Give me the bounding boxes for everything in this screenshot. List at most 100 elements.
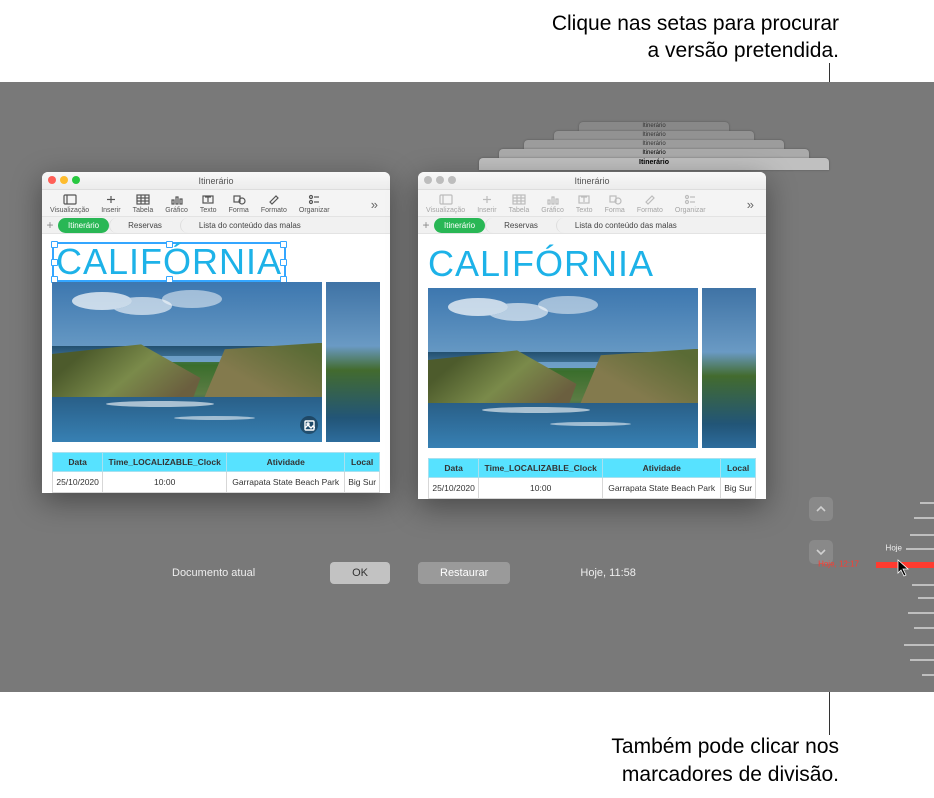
callout-text: Clique nas setas para procurar	[552, 12, 839, 35]
toolbar-label: Inserir	[477, 207, 496, 214]
timeline-tick[interactable]	[914, 517, 934, 519]
toolbar-chart-button: Gráfico	[541, 194, 564, 214]
brush-icon	[643, 194, 657, 205]
minimize-icon	[436, 176, 444, 184]
tab-itinerario: Itinerário	[434, 218, 485, 233]
landscape-image[interactable]	[52, 282, 322, 442]
version-browser-stage: Itinerário Itinerário Itinerário Itinerá…	[0, 82, 934, 692]
close-icon[interactable]	[48, 176, 56, 184]
toolbar-view-button: Visualização	[426, 194, 465, 214]
chevron-up-icon	[815, 503, 827, 515]
toolbar-label: Formato	[637, 207, 663, 214]
minimize-icon[interactable]	[60, 176, 68, 184]
tab-lista: Lista do conteúdo das malas	[556, 218, 695, 233]
timeline-tick[interactable]	[904, 644, 934, 646]
toolbar-shape-button[interactable]: Forma	[229, 194, 249, 214]
toolbar-text-button[interactable]: Texto	[200, 194, 217, 214]
toolbar-table-button[interactable]: Tabela	[133, 194, 154, 214]
restore-button[interactable]: Restaurar	[418, 562, 510, 584]
toolbar-organize-button[interactable]: Organizar	[299, 194, 330, 214]
timeline-tick[interactable]	[914, 627, 934, 629]
table-header-hora[interactable]: Time_LOCALIZABLE_Clock	[103, 453, 227, 472]
page-title: CALIFÓRNIA	[428, 246, 756, 282]
timeline-tick[interactable]	[922, 674, 934, 676]
tab-itinerario[interactable]: Itinerário	[58, 218, 109, 233]
timeline-tick[interactable]	[908, 612, 934, 614]
stacked-version-ghost: Itinerário	[479, 158, 829, 170]
toolbar-label: Tabela	[509, 207, 530, 214]
toolbar-format-button[interactable]: Formato	[261, 194, 287, 214]
table-header-data[interactable]: Data	[53, 453, 103, 472]
brush-icon	[267, 194, 281, 205]
itinerary-table[interactable]: Data Time_LOCALIZABLE_Clock Atividade Lo…	[52, 452, 380, 493]
image-row	[52, 282, 380, 442]
toolbar-view-button[interactable]: Visualização	[50, 194, 89, 214]
shape-icon	[608, 194, 622, 205]
current-document-footer: Documento atual OK	[42, 559, 390, 587]
table-row: 25/10/2020 10:00 Garrapata State Beach P…	[429, 478, 756, 499]
version-timeline[interactable]: Hoje Hoje, 12:17	[864, 462, 934, 692]
table-row[interactable]: 25/10/2020 10:00 Garrapata State Beach P…	[53, 472, 380, 493]
callout-text: Também pode clicar nos	[611, 735, 839, 758]
tab-reservas[interactable]: Reservas	[109, 218, 180, 233]
cell-atividade[interactable]: Garrapata State Beach Park	[227, 472, 345, 493]
add-sheet-button[interactable]: +	[42, 218, 58, 232]
toolbar-label: Texto	[576, 207, 593, 214]
version-document-window[interactable]: Itinerário Visualização Inserir Tabela G…	[418, 172, 766, 499]
toolbar-shape-button: Forma	[605, 194, 625, 214]
zoom-icon[interactable]	[72, 176, 80, 184]
toolbar-format-button: Formato	[637, 194, 663, 214]
toolbar-more-button[interactable]: »	[371, 197, 382, 212]
close-icon	[424, 176, 432, 184]
document-page: CALIFÓRNIA Data Time_LOCALIZABLE_Clock A…	[418, 234, 766, 499]
cell-data: 25/10/2020	[429, 478, 479, 499]
table-header-atividade: Atividade	[603, 459, 721, 478]
table-icon	[512, 194, 526, 205]
table-header-atividade[interactable]: Atividade	[227, 453, 345, 472]
current-document-window[interactable]: Itinerário Visualização Inserir Tabela G…	[42, 172, 390, 493]
document-page: CALIFÓRNIA Data Time_L	[42, 234, 390, 493]
cell-local[interactable]: Big Sur	[345, 472, 380, 493]
tab-lista[interactable]: Lista do conteúdo das malas	[180, 218, 319, 233]
timeline-tick[interactable]	[918, 597, 934, 599]
stacked-version-ghost: Itinerário	[554, 131, 754, 140]
timeline-tick[interactable]	[910, 534, 934, 536]
table-header-local: Local	[721, 459, 756, 478]
traffic-lights[interactable]	[48, 176, 80, 184]
chart-icon	[546, 194, 560, 205]
organize-icon	[683, 194, 697, 205]
table-header-data: Data	[429, 459, 479, 478]
toolbar-label: Visualização	[426, 207, 465, 214]
cell-hora[interactable]: 10:00	[103, 472, 227, 493]
text-icon	[201, 194, 215, 205]
timeline-tick[interactable]	[906, 548, 934, 550]
current-document-label: Documento atual	[42, 567, 255, 579]
cell-atividade: Garrapata State Beach Park	[603, 478, 721, 499]
cursor-arrow-icon	[897, 559, 911, 580]
selected-text-box[interactable]: CALIFÓRNIA	[52, 242, 286, 282]
toolbar-chart-button[interactable]: Gráfico	[165, 194, 188, 214]
image-row	[428, 288, 756, 448]
table-header-local[interactable]: Local	[345, 453, 380, 472]
timeline-tick[interactable]	[910, 659, 934, 661]
callout-top: Clique nas setas para procurar a versão …	[552, 10, 839, 65]
plus-icon	[480, 194, 494, 205]
toolbar-label: Gráfico	[541, 207, 564, 214]
organize-icon	[307, 194, 321, 205]
image-settings-button[interactable]	[300, 416, 318, 434]
sheet-tabs: + Itinerário Reservas Lista do conteúdo …	[42, 216, 390, 234]
landscape-image-small[interactable]	[326, 282, 380, 442]
callout-bottom: Também pode clicar nos marcadores de div…	[611, 733, 839, 788]
version-timestamp: Hoje, 11:58	[524, 567, 692, 579]
previous-version-arrow[interactable]	[809, 497, 833, 521]
window-titlebar[interactable]: Itinerário	[42, 172, 390, 190]
version-document-footer: Restaurar Hoje, 11:58	[418, 559, 766, 587]
toolbar-table-button: Tabela	[509, 194, 530, 214]
toolbar-insert-button: Inserir	[477, 194, 496, 214]
timeline-tick[interactable]	[920, 502, 934, 504]
landscape-image-small	[702, 288, 756, 448]
ok-button[interactable]: OK	[330, 562, 390, 584]
cell-data[interactable]: 25/10/2020	[53, 472, 103, 493]
timeline-tick[interactable]	[912, 584, 934, 586]
toolbar-insert-button[interactable]: Inserir	[101, 194, 120, 214]
